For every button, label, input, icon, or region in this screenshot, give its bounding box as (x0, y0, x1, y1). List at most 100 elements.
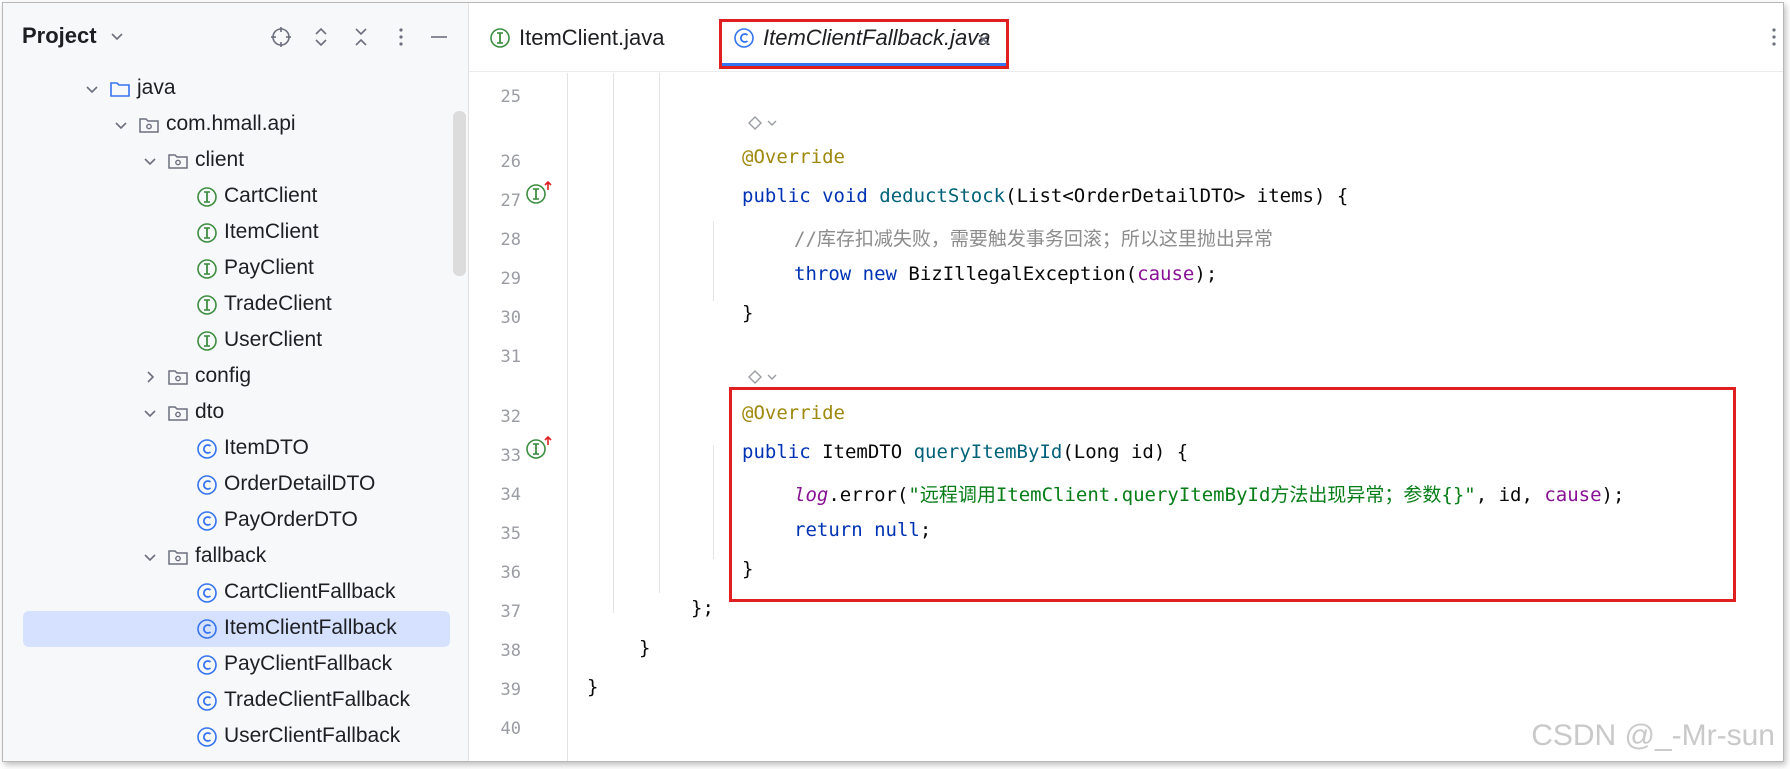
folder-icon (109, 78, 131, 100)
tree-item[interactable]: java (3, 71, 453, 107)
line-number: 33 (500, 446, 521, 466)
tab-itemclient[interactable]: ItemClient.java (489, 3, 699, 71)
tree-item-label: client (195, 148, 245, 171)
indent-guide (613, 73, 614, 613)
class-icon (196, 690, 218, 712)
tree-item[interactable]: CartClientFallback (3, 575, 453, 611)
code-line-26[interactable]: @Override (742, 146, 845, 168)
project-header: Project (3, 3, 468, 71)
line-number: 31 (500, 347, 521, 367)
code-editor: ItemClient.java ItemClientFallback.java … (469, 3, 1783, 761)
class-icon (196, 510, 218, 532)
indent-guide (713, 221, 714, 301)
minimize-icon[interactable] (427, 25, 451, 49)
more-options-icon[interactable] (389, 25, 413, 49)
keyword: public void (742, 185, 880, 207)
code-highlight-box (729, 387, 1736, 602)
code-text: } (639, 637, 651, 659)
tree-item[interactable]: config (3, 359, 453, 395)
code-line-39[interactable]: } (587, 676, 598, 698)
package-icon (138, 114, 160, 136)
tree-item[interactable]: UserClient (3, 323, 453, 359)
comment: //库存扣减失败，需要触发事务回滚；所以这里抛出异常 (794, 228, 1273, 250)
sidebar-scrollbar[interactable] (453, 111, 466, 276)
tree-item-label: TradeClient (224, 292, 332, 315)
line-number: 34 (500, 485, 521, 505)
chevron-down-icon[interactable] (141, 548, 159, 566)
interface-icon (196, 222, 218, 244)
indent-guide (659, 73, 660, 593)
locate-icon[interactable] (269, 25, 293, 49)
expand-all-icon[interactable] (309, 25, 333, 49)
tree-item-label: ItemClient (224, 220, 319, 243)
code-line-30[interactable]: } (742, 302, 753, 324)
tree-item-label: java (137, 76, 176, 99)
class-icon (196, 438, 218, 460)
code-line-37[interactable]: }; (691, 597, 714, 619)
collapse-all-icon[interactable] (349, 25, 373, 49)
chevron-down-icon[interactable] (141, 404, 159, 422)
tree-item-label: ItemDTO (224, 436, 309, 459)
watermark: CSDN @_-Mr-sun (1531, 719, 1775, 752)
chevron-down-icon[interactable] (83, 80, 101, 98)
tree-item[interactable]: dto (3, 395, 453, 431)
package-icon (167, 402, 189, 424)
code-line-27[interactable]: public void deductStock(List<OrderDetail… (742, 185, 1348, 207)
tree-item-label: CartClientFallback (224, 580, 396, 603)
code-text: (List<OrderDetailDTO> items) { (1005, 185, 1349, 207)
code-text: BizIllegalException( (908, 263, 1138, 285)
chevron-down-icon[interactable] (108, 27, 126, 45)
tree-item-label: fallback (195, 544, 267, 567)
chevron-down-icon[interactable] (112, 116, 130, 134)
tree-item[interactable]: com.hmall.api (3, 107, 453, 143)
tree-item[interactable]: ItemClient (3, 215, 453, 251)
code-line-29[interactable]: throw new BizIllegalException(cause); (794, 263, 1217, 285)
method-name: deductStock (879, 185, 1006, 207)
tree-item-label: ItemClientFallback (224, 616, 397, 639)
interface-icon (196, 294, 218, 316)
tree-item[interactable]: client (3, 143, 453, 179)
ide-window: Project java com.hmall.api client CartClien… (2, 2, 1784, 762)
project-title[interactable]: Project (22, 23, 97, 49)
class-icon (196, 618, 218, 640)
code-text: }; (691, 597, 714, 619)
ai-hint-icon[interactable] (745, 113, 781, 133)
editor-tabs: ItemClient.java ItemClientFallback.java … (469, 3, 1783, 72)
chevron-down-icon[interactable] (141, 152, 159, 170)
tree-item[interactable]: CartClient (3, 179, 453, 215)
line-number: 38 (500, 641, 521, 661)
package-icon (167, 546, 189, 568)
line-number: 30 (500, 308, 521, 328)
interface-icon (490, 28, 510, 48)
ai-hint-icon[interactable] (745, 367, 781, 387)
tree-item[interactable]: OrderDetailDTO (3, 467, 453, 503)
line-number: 39 (500, 680, 521, 700)
interface-icon (196, 330, 218, 352)
keyword: throw new (794, 263, 909, 285)
tree-item-label: PayClientFallback (224, 652, 393, 675)
field-ref: cause (1137, 263, 1195, 285)
package-icon (167, 366, 189, 388)
tree-item[interactable]: fallback (3, 539, 453, 575)
tree-item[interactable]: TradeClient (3, 287, 453, 323)
class-icon (196, 654, 218, 676)
tree-item-label: CartClient (224, 184, 318, 207)
tree-item[interactable]: UserClientFallback (3, 719, 453, 755)
chevron-right-icon[interactable] (141, 368, 159, 386)
tree-item-label: PayClient (224, 256, 314, 279)
code-line-38[interactable]: } (639, 637, 650, 659)
tree-item-label: UserClient (224, 328, 323, 351)
implements-method-icon[interactable] (526, 180, 552, 206)
class-icon (196, 726, 218, 748)
more-tabs-icon[interactable] (1769, 25, 1779, 49)
implements-method-icon[interactable] (526, 435, 552, 461)
tree-item[interactable]: TradeClientFallback (3, 683, 453, 719)
line-number: 37 (500, 602, 521, 622)
line-number: 28 (500, 230, 521, 250)
tree-item[interactable]: ItemClientFallback (3, 611, 453, 647)
tree-item[interactable]: PayClient (3, 251, 453, 287)
tree-item[interactable]: ItemDTO (3, 431, 453, 467)
tree-item[interactable]: PayClientFallback (3, 647, 453, 683)
code-line-28[interactable]: //库存扣减失败，需要触发事务回滚；所以这里抛出异常 (794, 224, 1273, 251)
tree-item[interactable]: PayOrderDTO (3, 503, 453, 539)
